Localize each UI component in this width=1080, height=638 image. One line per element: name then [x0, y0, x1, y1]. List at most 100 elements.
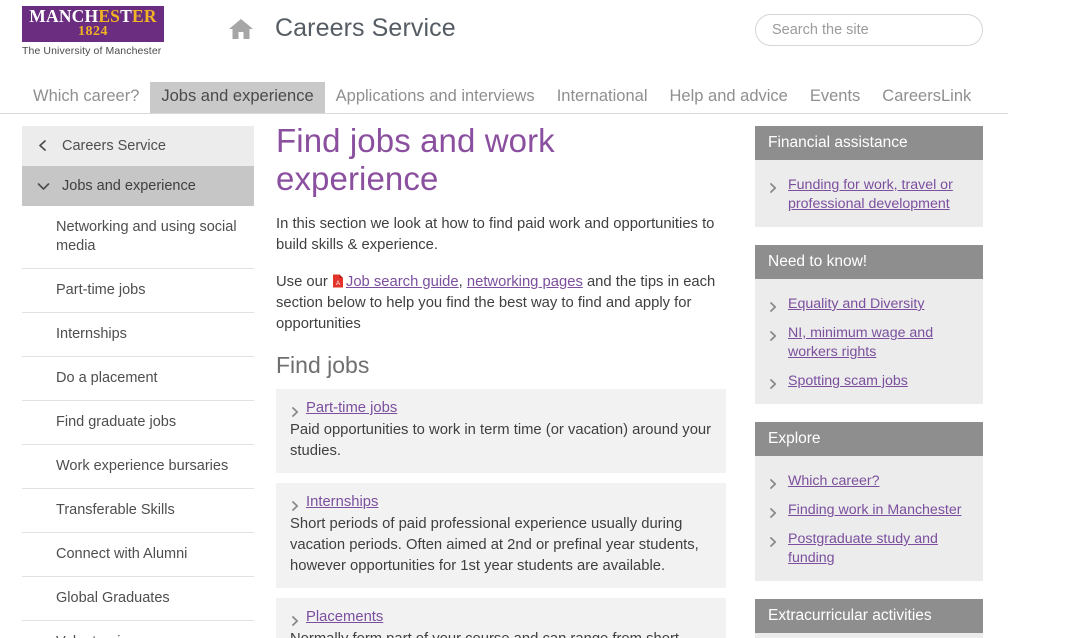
page-root: MANCHESTER 1824 The University of Manche… [0, 0, 1080, 638]
sidebar-item[interactable]: Internships [22, 313, 254, 357]
sidebar-panel-link[interactable]: Postgraduate study and funding [788, 531, 938, 566]
networking-pages-link[interactable]: networking pages [467, 274, 583, 290]
sidebar-current-label: Jobs and experience [62, 178, 196, 194]
chevron-right-icon [769, 299, 778, 312]
nav-tab-4[interactable]: Help and advice [659, 82, 799, 113]
main-column: Find jobs and work experience In this se… [276, 122, 726, 638]
main-navigation: Which career? Jobs and experience Applicat… [0, 78, 1008, 114]
page-content: Careers Service Jobs and experience Netw… [0, 114, 1008, 638]
sidebar-panel-link-row: NI, minimum wage and workers rights [768, 324, 970, 362]
info-card: Part-time jobs Paid opportunities to work… [276, 389, 726, 473]
sidebar-parent-label: Careers Service [62, 138, 166, 154]
logo-badge: MANCHESTER 1824 [22, 6, 164, 42]
info-card: Internships Short periods of paid profess… [276, 483, 726, 588]
left-sidebar: Careers Service Jobs and experience Netw… [22, 126, 254, 638]
sidebar-panel-link-row: Finding work in Manchester [768, 501, 970, 520]
sidebar-item[interactable]: Find graduate jobs [22, 401, 254, 445]
svg-text:A: A [336, 281, 340, 287]
use-our-paragraph: Use our A Job search guide, networking pa… [276, 272, 726, 335]
chevron-right-icon [769, 505, 778, 518]
sidebar-item[interactable]: Transferable Skills [22, 489, 254, 533]
sidebar-item[interactable]: Work experience bursaries [22, 445, 254, 489]
use-our-prefix: Use our [276, 274, 332, 290]
nav-tab-label: Jobs and experience [161, 87, 314, 105]
sidebar-panel-link-row: Spotting scam jobs [768, 372, 970, 391]
search-input[interactable] [755, 14, 983, 46]
info-card-heading: Internships [290, 492, 712, 512]
nav-tab-0[interactable]: Which career? [22, 82, 150, 113]
sidebar-parent-link[interactable]: Careers Service [22, 126, 254, 166]
page-title: Find jobs and work experience [276, 122, 555, 197]
sidebar-panel-title: Extracurricular activities [755, 599, 983, 633]
sidebar-item[interactable]: Volunteering [22, 621, 254, 638]
chevron-right-icon [291, 403, 300, 417]
chevron-right-icon [769, 376, 778, 389]
sidebar-item[interactable]: Global Graduates [22, 577, 254, 621]
sidebar-panel-title: Need to know! [755, 245, 983, 279]
sidebar-item[interactable]: Part-time jobs [22, 269, 254, 313]
nav-tab-3[interactable]: International [546, 82, 659, 113]
sidebar-panel-body: Funding for work, travel or professional… [755, 160, 983, 227]
nav-tab-5[interactable]: Events [799, 82, 871, 113]
info-card-heading: Part-time jobs [290, 398, 712, 418]
sidebar-panel-link-row: Funding for work, travel or professional… [768, 176, 970, 214]
nav-tab-label: Events [809, 87, 861, 105]
nav-tab-label: Applications and interviews [335, 87, 535, 105]
sidebar-item[interactable]: Networking and using social media [22, 206, 254, 269]
link-separator: , [458, 274, 467, 290]
sidebar-panel-link-row: Equality and Diversity [768, 295, 970, 314]
info-card-text: Short periods of paid professional exper… [290, 516, 699, 574]
sidebar-item[interactable]: Connect with Alumni [22, 533, 254, 577]
logo-subtitle: The University of Manchester [22, 45, 162, 57]
sidebar-panel-link[interactable]: NI, minimum wage and workers rights [788, 325, 933, 360]
sidebar-current-section[interactable]: Jobs and experience [22, 166, 254, 206]
sidebar-panel-body: Sports [755, 633, 983, 638]
sidebar-panel: Need to know! Equality and Diversity NI, m… [755, 245, 983, 404]
nav-tab-list: Which career? Jobs and experience Applicat… [22, 82, 982, 113]
chevron-right-icon [769, 328, 778, 341]
home-icon[interactable] [228, 17, 254, 41]
info-card-link[interactable]: Part-time jobs [306, 400, 397, 416]
intro-paragraph: In this section we look at how to find p… [276, 216, 715, 253]
info-card-link[interactable]: Placements [306, 609, 383, 625]
chevron-right-icon [291, 497, 300, 511]
sidebar-panel-link[interactable]: Finding work in Manchester [788, 502, 961, 518]
chevron-right-icon [769, 476, 778, 489]
sidebar-item[interactable]: Do a placement [22, 357, 254, 401]
nav-tab-label: CareersLink [882, 87, 972, 105]
sidebar-panel-body: Which career? Finding work in Manchester P… [755, 456, 983, 581]
sidebar-panel: Explore Which career? Finding work in Manc… [755, 422, 983, 581]
sidebar-panel: Extracurricular activitiesSports [755, 599, 983, 638]
sidebar-item-list: Networking and using social media Part-ti… [22, 206, 254, 638]
sidebar-panel-title: Explore [755, 422, 983, 456]
logo-year: 1824 [78, 24, 108, 39]
sidebar-panel-link[interactable]: Which career? [788, 473, 879, 489]
nav-tab-label: International [556, 87, 648, 105]
job-search-guide-link[interactable]: Job search guide [346, 274, 459, 290]
nav-tab-1[interactable]: Jobs and experience [150, 82, 325, 113]
sidebar-panel-link[interactable]: Spotting scam jobs [788, 373, 908, 389]
section-heading-find-jobs: Find jobs [276, 352, 370, 378]
nav-tab-label: Help and advice [669, 87, 788, 105]
sidebar-panel-link[interactable]: Funding for work, travel or professional… [788, 177, 953, 212]
university-logo[interactable]: MANCHESTER 1824 The University of Manche… [22, 6, 164, 57]
nav-tab-label: Which career? [33, 87, 140, 105]
pdf-icon: A [332, 274, 344, 288]
nav-tab-2[interactable]: Applications and interviews [325, 82, 546, 113]
info-card-text: Normally form part of your course and ca… [290, 629, 712, 638]
find-jobs-card-list: Part-time jobs Paid opportunities to work… [276, 389, 726, 638]
site-header: MANCHESTER 1824 The University of Manche… [0, 0, 1080, 72]
chevron-left-icon [37, 140, 48, 157]
sidebar-panel-link-row: Which career? [768, 472, 970, 491]
info-card-link[interactable]: Internships [306, 494, 378, 510]
info-card: Placements Normally form part of your cou… [276, 598, 726, 638]
sidebar-panel-link[interactable]: Equality and Diversity [788, 296, 924, 312]
sidebar-panel-body: Equality and Diversity NI, minimum wage a… [755, 279, 983, 404]
sidebar-panel-title: Financial assistance [755, 126, 983, 160]
chevron-down-icon [37, 183, 50, 197]
site-title: Careers Service [275, 14, 456, 42]
info-card-heading: Placements [290, 607, 712, 627]
chevron-right-icon [291, 612, 300, 626]
nav-tab-6[interactable]: CareersLink [871, 82, 982, 113]
sidebar-panel-link-row: Postgraduate study and funding [768, 530, 970, 568]
